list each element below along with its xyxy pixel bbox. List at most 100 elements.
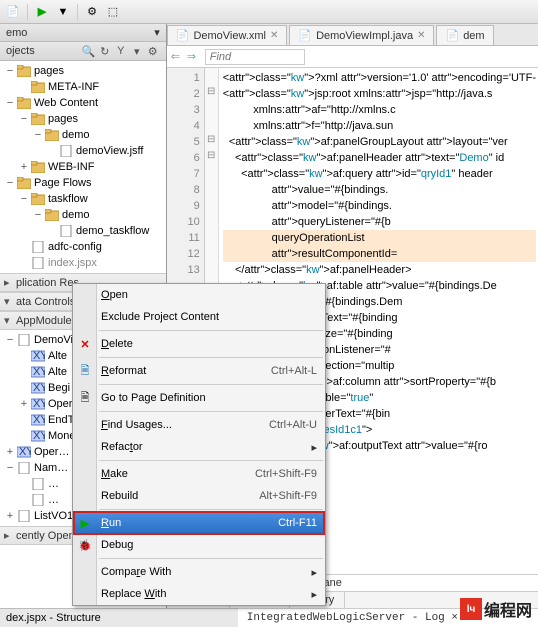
svg-text:XYZ: XYZ bbox=[33, 350, 45, 362]
tree-label: ListVO1 bbox=[34, 510, 73, 522]
menu-debug[interactable]: 🐞Debug bbox=[73, 534, 325, 556]
tree-item[interactable]: index.jspx bbox=[0, 255, 166, 271]
tree-label: Begi bbox=[48, 382, 70, 394]
twisty-icon[interactable]: − bbox=[4, 462, 16, 474]
projects-label: ojects bbox=[6, 45, 35, 57]
close-icon[interactable]: ✕ bbox=[270, 30, 278, 41]
tree-label: pages bbox=[48, 113, 78, 125]
proj-tool-2[interactable]: ↻ bbox=[98, 44, 112, 58]
tree-label: Page Flows bbox=[34, 177, 91, 189]
project-tree[interactable]: −pagesMETA-INF−Web Content−pages−demodem… bbox=[0, 61, 166, 273]
header1-dropdown[interactable]: ▾ bbox=[154, 26, 160, 39]
tree-item[interactable]: adfc-config bbox=[0, 239, 166, 255]
nav-prev-icon[interactable]: ⇐ bbox=[171, 50, 185, 63]
menu-goto-page-def[interactable]: 🗎Go to Page Definition bbox=[73, 387, 325, 409]
tree-label: demoView.jsff bbox=[76, 145, 143, 157]
xyz-icon: XYZ bbox=[30, 397, 46, 411]
tree-item[interactable]: − demo bbox=[0, 207, 166, 223]
twisty-icon[interactable]: − bbox=[18, 113, 30, 125]
tree-item[interactable]: − pages bbox=[0, 111, 166, 127]
structure-bar[interactable]: dex.jspx - Structure bbox=[0, 608, 238, 627]
twisty-icon[interactable]: − bbox=[4, 177, 16, 189]
file-icon bbox=[16, 461, 32, 475]
twisty-icon[interactable]: + bbox=[18, 398, 30, 410]
reformat-icon: 🗎 bbox=[76, 362, 94, 380]
editor-search: ⇐⇒ bbox=[167, 46, 538, 68]
twisty-icon[interactable]: + bbox=[4, 510, 16, 522]
tree-item[interactable]: − Web Content bbox=[0, 95, 166, 111]
menu-make[interactable]: MakeCtrl+Shift-F9 bbox=[73, 463, 325, 485]
tree-item[interactable]: demo_taskflow bbox=[0, 223, 166, 239]
svg-text:XYZ: XYZ bbox=[33, 414, 45, 426]
twisty-icon[interactable]: + bbox=[4, 446, 16, 458]
menu-compare-with[interactable]: Compare With▸ bbox=[73, 561, 325, 583]
svg-text:XYZ: XYZ bbox=[33, 430, 45, 442]
proj-tool-5[interactable]: ⚙ bbox=[146, 44, 160, 58]
tree-label: Nam… bbox=[34, 462, 68, 474]
twisty-icon[interactable]: − bbox=[4, 65, 16, 77]
logo: lч 编程网 bbox=[460, 597, 532, 621]
twisty-icon[interactable]: − bbox=[32, 129, 44, 141]
tree-item[interactable]: − demo bbox=[0, 127, 166, 143]
tree-item[interactable]: demoView.jsff bbox=[0, 143, 166, 159]
toolbar-btn-2[interactable]: ⬚ bbox=[104, 3, 122, 21]
close-icon[interactable]: ✕ bbox=[417, 30, 425, 41]
twisty-icon[interactable]: − bbox=[32, 209, 44, 221]
menu-reformat[interactable]: 🗎ReformatCtrl+Alt-L bbox=[73, 360, 325, 382]
nav-next-icon[interactable]: ⇒ bbox=[187, 50, 201, 63]
run-dropdown[interactable]: ▼ bbox=[54, 3, 72, 21]
twisty-icon[interactable]: − bbox=[4, 334, 16, 346]
main-toolbar: 📄 ▶ ▼ ⚙ ⬚ bbox=[0, 0, 538, 24]
svg-text:XYZ: XYZ bbox=[33, 382, 45, 394]
folder-icon bbox=[44, 208, 60, 222]
tree-item[interactable]: −taskflow bbox=[0, 191, 166, 207]
tree-label: demo_taskflow bbox=[76, 225, 149, 237]
tab-demoviewimpl[interactable]: 📄DemoViewImpl.java✕ bbox=[289, 25, 434, 45]
menu-refactor[interactable]: Refactor▸ bbox=[73, 436, 325, 458]
tree-item[interactable]: META-INF bbox=[0, 79, 166, 95]
projects-header: ojects 🔍 ↻ Y ▾ ⚙ bbox=[0, 42, 166, 61]
file-icon bbox=[16, 333, 32, 347]
tree-label: Alte bbox=[48, 350, 67, 362]
xyz-icon: XYZ bbox=[16, 445, 32, 459]
menu-run[interactable]: ▶RunCtrl-F11 bbox=[73, 512, 325, 534]
toolbar-btn-1[interactable]: ⚙ bbox=[83, 3, 101, 21]
tab-dem[interactable]: 📄dem bbox=[436, 25, 493, 45]
file-icon bbox=[30, 477, 46, 491]
folder-icon bbox=[16, 176, 32, 190]
file-icon bbox=[30, 240, 46, 254]
tree-label: Alte bbox=[48, 366, 67, 378]
menu-open[interactable]: OOpenpen bbox=[73, 284, 325, 306]
left-header-1: emo ▾ bbox=[0, 24, 166, 42]
debug-icon: 🐞 bbox=[76, 536, 94, 554]
tree-label: demo bbox=[62, 129, 90, 141]
file-icon bbox=[58, 224, 74, 238]
menu-replace-with[interactable]: Replace With▸ bbox=[73, 583, 325, 605]
twisty-icon[interactable]: + bbox=[18, 161, 30, 173]
run-icon: ▶ bbox=[76, 514, 94, 532]
proj-tool-1[interactable]: 🔍 bbox=[82, 44, 96, 58]
proj-tool-4[interactable]: ▾ bbox=[130, 44, 144, 58]
tree-item[interactable]: −pages bbox=[0, 63, 166, 79]
tree-item[interactable]: − Page Flows bbox=[0, 175, 166, 191]
svg-text:XYZ: XYZ bbox=[33, 366, 45, 378]
tree-label: Web Content bbox=[34, 97, 98, 109]
menu-delete[interactable]: ✕Delete bbox=[73, 333, 325, 355]
menu-exclude[interactable]: Exclude Project Content bbox=[73, 306, 325, 328]
tree-label: … bbox=[48, 478, 59, 490]
tree-item[interactable]: +WEB-INF bbox=[0, 159, 166, 175]
file-icon bbox=[58, 144, 74, 158]
logo-icon: lч bbox=[460, 598, 482, 620]
proj-tool-3[interactable]: Y bbox=[114, 44, 128, 58]
twisty-icon[interactable]: − bbox=[18, 193, 30, 205]
delete-icon: ✕ bbox=[76, 335, 94, 353]
app-icon: 📄 bbox=[4, 3, 22, 21]
run-button[interactable]: ▶ bbox=[33, 3, 51, 21]
tree-label: index.jspx bbox=[48, 257, 97, 269]
menu-find-usages[interactable]: Find Usages...Ctrl+Alt-U bbox=[73, 414, 325, 436]
twisty-icon[interactable]: − bbox=[4, 97, 16, 109]
search-input[interactable] bbox=[205, 49, 305, 65]
tab-demoview-xml[interactable]: 📄DemoView.xml✕ bbox=[167, 25, 288, 45]
menu-rebuild[interactable]: RebuildAlt+Shift-F9 bbox=[73, 485, 325, 507]
tree-label: demo bbox=[62, 209, 90, 221]
